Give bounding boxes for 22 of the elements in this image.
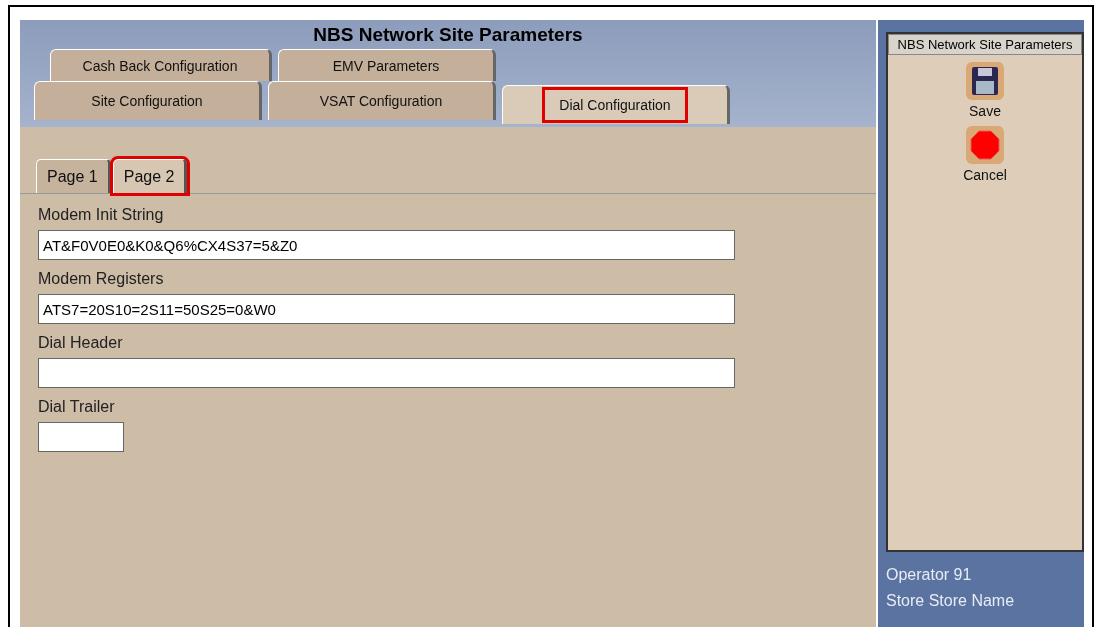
field-label: Modem Init String <box>38 206 165 224</box>
page-tab[interactable]: Page 1 <box>36 159 111 193</box>
tab[interactable]: Site Configuration <box>34 81 262 120</box>
page-tab[interactable]: Page 2 <box>112 159 188 193</box>
tab[interactable]: Cash Back Configuration <box>50 49 272 81</box>
operator-label: Operator 91 <box>886 566 973 584</box>
window-title: NBS Network Site Parameters <box>312 24 584 47</box>
cancel-button[interactable]: Cancel <box>963 125 1007 183</box>
save-button[interactable]: Save <box>965 61 1005 119</box>
field-label: Dial Trailer <box>38 398 116 416</box>
input-field[interactable]: ATS7=20S10=2S11=50S25=0&W0 <box>38 294 735 324</box>
input-field[interactable] <box>38 422 124 452</box>
input-field[interactable] <box>38 358 735 388</box>
panel-title: NBS Network Site Parameters <box>888 34 1082 55</box>
stop-sign-icon <box>965 125 1005 165</box>
store-label: Store Store Name <box>886 592 1016 610</box>
field-label: Dial Header <box>38 334 124 352</box>
tab[interactable]: Dial Configuration <box>502 85 730 124</box>
field-label: Modem Registers <box>38 270 165 288</box>
input-field[interactable]: AT&F0V0E0&K0&Q6%CX4S37=5&Z0 <box>38 230 735 260</box>
tab[interactable]: EMV Parameters <box>278 49 496 81</box>
tab[interactable]: VSAT Configuration <box>268 81 496 120</box>
